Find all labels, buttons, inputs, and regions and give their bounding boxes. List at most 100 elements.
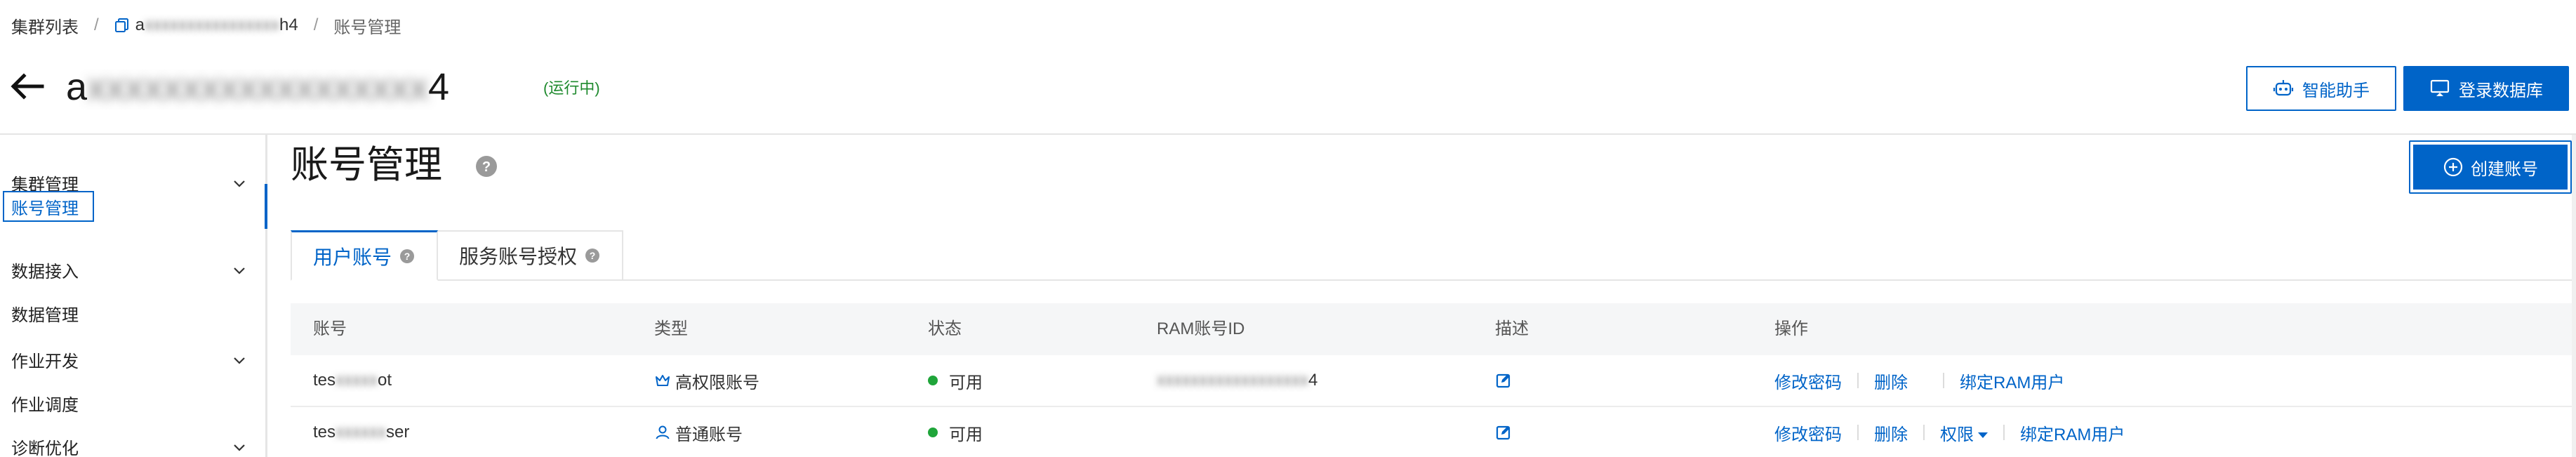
- cluster-title-prefix: a: [66, 66, 88, 108]
- sidebar-item-account-management[interactable]: 账号管理: [3, 191, 94, 222]
- login-database-button[interactable]: 登录数据库: [2403, 66, 2569, 111]
- help-icon[interactable]: ?: [474, 154, 498, 178]
- breadcrumb-cluster-masked: xxxxxxxxxxxxxxxx: [145, 15, 280, 34]
- action-separator: [1923, 425, 1925, 440]
- account-name-suffix: ser: [386, 423, 410, 442]
- tab-service-account-authorization[interactable]: 服务账号授权 ?: [438, 230, 624, 281]
- account-status: 可用: [928, 407, 983, 457]
- status-dot: [928, 376, 938, 385]
- account-name-suffix: ot: [378, 371, 392, 390]
- account-type-label: 高权限账号: [675, 373, 759, 392]
- bind-ram-user-link[interactable]: 绑定RAM用户: [1960, 369, 2064, 393]
- robot-icon: [2273, 80, 2294, 96]
- monitor-icon: [2430, 79, 2450, 96]
- svg-text:?: ?: [404, 251, 411, 262]
- arrow-left-icon[interactable]: [8, 67, 46, 105]
- chevron-down-icon: [234, 267, 245, 274]
- sidebar-item-data-ingestion[interactable]: 数据接入: [0, 250, 265, 289]
- create-account-label: 创建账号: [2471, 159, 2538, 179]
- breadcrumb-cluster[interactable]: axxxxxxxxxxxxxxxxh4: [114, 15, 298, 35]
- cluster-title-masked: xxxxxxxxxxxxxxxxxx: [87, 66, 429, 108]
- chevron-down-icon: [234, 180, 245, 187]
- sidebar-item-label: 账号管理: [11, 199, 79, 218]
- tabs-underline: [291, 279, 2572, 281]
- sidebar-item-label: 作业开发: [11, 352, 79, 371]
- column-header-actions: 操作: [1774, 319, 1808, 338]
- tabs: 用户账号 ? 服务账号授权 ?: [291, 230, 624, 281]
- account-name-prefix: tes: [313, 371, 336, 390]
- ram-account-id-masked: xxxxxxxxxxxxxxxxxx: [1157, 371, 1308, 390]
- ram-account-id-suffix: 4: [1308, 371, 1318, 390]
- delete-link[interactable]: 删除: [1874, 369, 1908, 393]
- column-header-account: 账号: [313, 319, 347, 338]
- permissions-dropdown[interactable]: 权限: [1940, 420, 1988, 445]
- sidebar-item-job-development[interactable]: 作业开发: [0, 340, 265, 379]
- action-separator: [1943, 373, 1944, 388]
- tab-user-accounts[interactable]: 用户账号 ?: [291, 230, 439, 281]
- account-type: 普通账号: [654, 407, 743, 457]
- description-cell: [1495, 355, 1512, 406]
- table-header: 账号 类型 状态 RAM账号ID 描述 操作: [291, 303, 2572, 355]
- cluster-title: axxxxxxxxxxxxxxxxxx4: [66, 65, 449, 110]
- sidebar-item-label: 数据管理: [11, 305, 79, 325]
- breadcrumb-cluster-prefix: a: [135, 15, 145, 34]
- action-separator: [1857, 373, 1859, 388]
- action-separator: [1857, 425, 1859, 440]
- column-header-type: 类型: [654, 319, 688, 338]
- account-name: tes xxxxx ot: [313, 355, 392, 406]
- sidebar-divider: [265, 135, 267, 457]
- breadcrumb-separator: /: [94, 15, 99, 34]
- row-actions: 修改密码 删除 权限 绑定RAM用户: [1774, 407, 2125, 457]
- smart-assistant-button[interactable]: 智能助手: [2246, 66, 2396, 111]
- sidebar-item-label: 诊断优化: [11, 439, 79, 457]
- copy-icon: [114, 18, 128, 32]
- row-actions: 修改密码 删除 绑定RAM用户: [1774, 355, 2064, 406]
- edit-icon[interactable]: [1495, 424, 1512, 441]
- breadcrumb-separator: /: [313, 15, 319, 34]
- sidebar-item-diagnosis-optimization[interactable]: 诊断优化: [0, 427, 265, 457]
- delete-link[interactable]: 删除: [1874, 420, 1908, 445]
- help-icon[interactable]: ?: [399, 248, 416, 265]
- svg-text:?: ?: [482, 159, 491, 175]
- status-dot: [928, 428, 938, 437]
- breadcrumb-cluster-suffix: h4: [279, 15, 298, 34]
- scrollbar[interactable]: [2572, 135, 2576, 457]
- account-status-label: 可用: [949, 425, 983, 444]
- user-icon: [656, 425, 670, 439]
- svg-text:?: ?: [590, 250, 596, 261]
- smart-assistant-label: 智能助手: [2302, 81, 2370, 100]
- change-password-link[interactable]: 修改密码: [1774, 369, 1842, 393]
- login-database-label: 登录数据库: [2459, 81, 2543, 100]
- column-header-ram-id: RAM账号ID: [1157, 319, 1245, 338]
- accounts-table: 账号 类型 状态 RAM账号ID 描述 操作 tes xxxxx ot 高权限账号 …: [291, 303, 2572, 457]
- edit-icon[interactable]: [1495, 372, 1512, 389]
- column-header-status: 状态: [928, 319, 962, 338]
- table-row: tes xxxxx ot 高权限账号 可用 xxxxxxxxxxxxxxxxxx 4 …: [291, 355, 2572, 407]
- create-account-button[interactable]: 创建账号: [2409, 140, 2572, 194]
- ram-account-id: xxxxxxxxxxxxxxxxxx 4: [1157, 355, 1317, 406]
- column-header-description: 描述: [1495, 319, 1529, 338]
- account-status-label: 可用: [949, 373, 983, 392]
- table-row: tes xxxxxx ser 普通账号 可用 修改密码 删除 权限 绑定RAM用…: [291, 407, 2572, 457]
- description-cell: [1495, 407, 1512, 457]
- sidebar-item-data-management[interactable]: 数据管理: [0, 293, 265, 333]
- breadcrumb-cluster-list[interactable]: 集群列表: [11, 13, 79, 38]
- header-divider: [0, 133, 2576, 135]
- action-separator: [2003, 425, 2005, 440]
- page-title: 账号管理: [291, 144, 442, 186]
- help-icon[interactable]: ?: [584, 247, 601, 264]
- caret-down-icon: [1978, 432, 1988, 439]
- breadcrumb: 集群列表 / axxxxxxxxxxxxxxxxh4 / 账号管理: [11, 13, 401, 38]
- sidebar-item-job-scheduling[interactable]: 作业调度: [0, 383, 265, 423]
- sidebar-item-label: 数据接入: [11, 262, 79, 282]
- cluster-status-badge: (运行中): [543, 79, 600, 97]
- breadcrumb-current: 账号管理: [333, 18, 401, 37]
- sidebar-active-indicator: [265, 184, 267, 229]
- bind-ram-user-link[interactable]: 绑定RAM用户: [2020, 420, 2125, 445]
- plus-circle-icon: [2443, 157, 2463, 177]
- chevron-down-icon: [234, 357, 245, 364]
- account-name: tes xxxxxx ser: [313, 407, 409, 457]
- account-type-label: 普通账号: [675, 425, 743, 444]
- change-password-link[interactable]: 修改密码: [1774, 420, 1842, 445]
- sidebar: 集群管理 账号管理 数据接入 数据管理 作业开发 作业调度 诊断优化: [0, 135, 267, 457]
